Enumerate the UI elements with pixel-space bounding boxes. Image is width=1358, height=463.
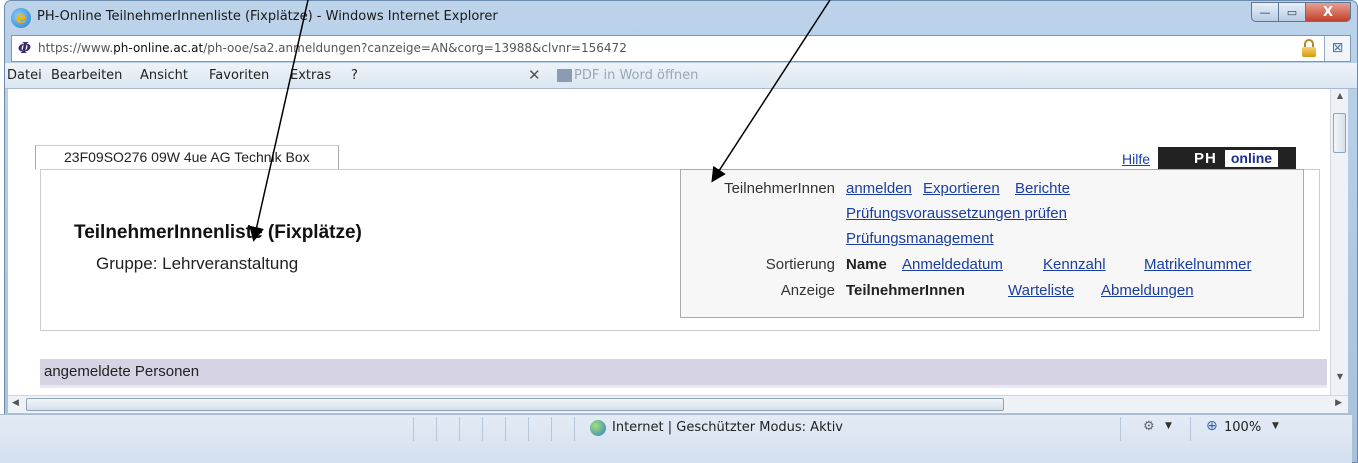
site-favicon-icon: Φ bbox=[18, 39, 32, 57]
scroll-right-icon[interactable]: ▶ bbox=[1335, 398, 1342, 408]
menu-bar: Datei Bearbeiten Ansicht Favoriten Extra… bbox=[5, 63, 1357, 89]
menu-help[interactable]: ? bbox=[351, 68, 358, 83]
close-toolbar-icon[interactable]: ✕ bbox=[528, 66, 541, 84]
page-content: 23F09SO276 09W 4ue AG Technik Box Hilfe … bbox=[8, 89, 1330, 395]
sort-kennzahl-link[interactable]: Kennzahl bbox=[1043, 256, 1106, 273]
url-field[interactable]: https://www.ph-online.ac.at/ph-ooe/sa2.a… bbox=[38, 41, 627, 55]
status-bar: Internet | Geschützter Modus: Aktiv ⚙ ▼ … bbox=[0, 414, 1352, 463]
internet-explorer-icon: e bbox=[11, 8, 31, 28]
view-label: Anzeige bbox=[780, 282, 835, 299]
scroll-down-icon[interactable]: ▼ bbox=[1331, 372, 1349, 381]
zoom-level[interactable]: 100% bbox=[1224, 420, 1261, 435]
course-tab[interactable]: 23F09SO276 09W 4ue AG Technik Box bbox=[35, 145, 339, 169]
sort-anmeldedatum-link[interactable]: Anmeldedatum bbox=[902, 256, 1003, 273]
zoom-dropdown-icon[interactable]: ▼ bbox=[1272, 421, 1279, 431]
minimize-button[interactable]: — bbox=[1251, 2, 1279, 22]
sort-name-current: Name bbox=[846, 256, 887, 273]
window-title: PH-Online TeilnehmerInnenliste (Fixplätz… bbox=[37, 9, 498, 24]
window-controls: — ▭ X bbox=[1251, 2, 1351, 22]
horizontal-scrollbar[interactable]: ◀ ▶ bbox=[8, 395, 1348, 413]
sort-label: Sortierung bbox=[765, 256, 835, 273]
menu-bearbeiten[interactable]: Bearbeiten bbox=[51, 68, 122, 83]
logo-ph: PH bbox=[1194, 149, 1217, 167]
scroll-left-icon[interactable]: ◀ bbox=[12, 398, 19, 408]
pruefungsvoraussetzungen-link[interactable]: Prüfungsvoraussetzungen prüfen bbox=[846, 205, 1067, 222]
menu-ansicht[interactable]: Ansicht bbox=[140, 68, 188, 83]
exportieren-link[interactable]: Exportieren bbox=[923, 180, 1000, 197]
protected-mode-icon[interactable]: ⚙ bbox=[1143, 419, 1155, 434]
address-bar[interactable]: Φ https://www.ph-online.ac.at/ph-ooe/sa2… bbox=[11, 35, 1351, 62]
menu-datei[interactable]: Datei bbox=[7, 68, 42, 83]
sort-matrikelnummer-link[interactable]: Matrikelnummer bbox=[1144, 256, 1252, 273]
zoom-icon[interactable]: ⊕ bbox=[1206, 418, 1218, 434]
url-path: /ph-ooe/sa2.anmeldungen?canzeige=AN&corg… bbox=[203, 41, 627, 55]
feed-icon[interactable]: ⊠ bbox=[1324, 36, 1350, 61]
padlock-icon[interactable] bbox=[1302, 39, 1316, 57]
menu-extras[interactable]: Extras bbox=[290, 68, 331, 83]
ph-online-logo: PH online bbox=[1158, 147, 1296, 169]
view-participants-current: TeilnehmerInnen bbox=[846, 282, 965, 299]
vertical-scrollbar[interactable]: ▲ ▼ bbox=[1330, 89, 1348, 395]
anmelden-link[interactable]: anmelden bbox=[846, 180, 912, 197]
scroll-up-icon[interactable]: ▲ bbox=[1331, 91, 1349, 100]
view-warteliste-link[interactable]: Warteliste bbox=[1008, 282, 1074, 299]
menu-favoriten[interactable]: Favoriten bbox=[209, 68, 269, 83]
security-zone-text[interactable]: Internet | Geschützter Modus: Aktiv bbox=[612, 420, 843, 435]
table-top-edge bbox=[40, 385, 1327, 395]
url-prefix: https://www. bbox=[38, 41, 114, 55]
url-domain: ph-online.ac.at bbox=[113, 41, 204, 55]
view-abmeldungen-link[interactable]: Abmeldungen bbox=[1101, 282, 1194, 299]
horizontal-scroll-thumb[interactable] bbox=[26, 398, 1004, 411]
berichte-link[interactable]: Berichte bbox=[1015, 180, 1070, 197]
vertical-scroll-thumb[interactable] bbox=[1333, 113, 1346, 153]
internet-zone-globe-icon bbox=[590, 420, 606, 436]
title-bar[interactable]: e PH-Online TeilnehmerInnenliste (Fixplä… bbox=[5, 1, 1357, 35]
participants-label: TeilnehmerInnen bbox=[724, 180, 835, 197]
help-link[interactable]: Hilfe bbox=[1122, 151, 1150, 167]
chevron-down-icon[interactable]: ▼ bbox=[1165, 421, 1172, 431]
group-label: Gruppe: Lehrveranstaltung bbox=[96, 254, 299, 273]
pdf-in-word-button[interactable]: PDF in Word öffnen bbox=[574, 68, 698, 83]
pruefungsmanagement-link[interactable]: Prüfungsmanagement bbox=[846, 230, 994, 247]
logo-online: online bbox=[1224, 149, 1279, 167]
pdf-word-icon bbox=[557, 69, 572, 82]
close-button[interactable]: X bbox=[1305, 2, 1351, 22]
page-title: TeilnehmerInnenliste (Fixplätze) bbox=[74, 222, 362, 243]
options-panel: TeilnehmerInnen anmelden Exportieren Ber… bbox=[680, 169, 1304, 318]
maximize-button[interactable]: ▭ bbox=[1278, 2, 1306, 22]
section-header: angemeldete Personen bbox=[40, 359, 1327, 385]
